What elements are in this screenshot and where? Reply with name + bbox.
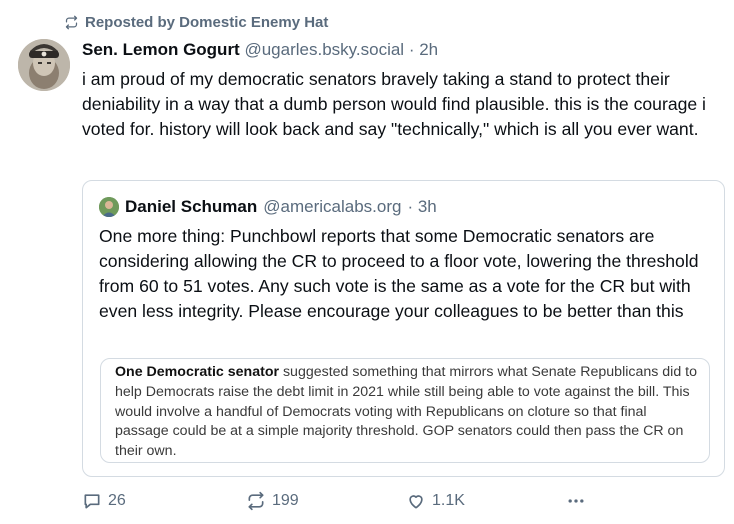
quote-text: One more thing: Punchbowl reports that s… — [99, 226, 699, 321]
avatar[interactable] — [18, 39, 70, 91]
quote-header: Daniel Schuman @americalabs.org · 3h — [99, 197, 437, 217]
repost-label: Reposted by Domestic Enemy Hat — [85, 14, 329, 31]
quote-timestamp: · 3h — [407, 197, 437, 216]
repost-count: 199 — [272, 492, 299, 509]
post-text: i am proud of my democratic senators bra… — [82, 69, 706, 139]
more-icon — [568, 499, 584, 503]
repost-icon — [65, 15, 78, 30]
repost-icon — [248, 491, 264, 511]
quote-image[interactable]: One Democratic senator suggested somethi… — [100, 358, 710, 463]
post-header: Sen. Lemon Gogurt @ugarles.bsky.social ·… — [82, 40, 438, 60]
post-timestamp[interactable]: · 2h — [409, 40, 438, 59]
author-handle[interactable]: @ugarles.bsky.social — [244, 40, 404, 59]
like-button[interactable]: 1.1K — [406, 491, 465, 511]
quoted-post[interactable]: Daniel Schuman @americalabs.org · 3h One… — [82, 180, 725, 477]
repost-indicator[interactable]: Reposted by Domestic Enemy Hat — [64, 14, 328, 31]
quote-avatar — [99, 197, 119, 217]
reply-icon — [84, 494, 100, 509]
author-name[interactable]: Sen. Lemon Gogurt — [82, 40, 240, 59]
like-count: 1.1K — [432, 492, 465, 509]
quote-author-handle: @americalabs.org — [263, 197, 402, 216]
action-bar: 26 199 1.1K — [82, 491, 682, 515]
more-button[interactable] — [566, 491, 586, 511]
quote-author-name: Daniel Schuman — [125, 197, 258, 216]
reply-count: 26 — [108, 492, 126, 509]
repost-button[interactable]: 199 — [246, 491, 299, 511]
reply-button[interactable]: 26 — [82, 491, 126, 511]
like-icon — [409, 495, 423, 509]
quote-image-bold-lead: One Democratic senator — [115, 364, 280, 380]
